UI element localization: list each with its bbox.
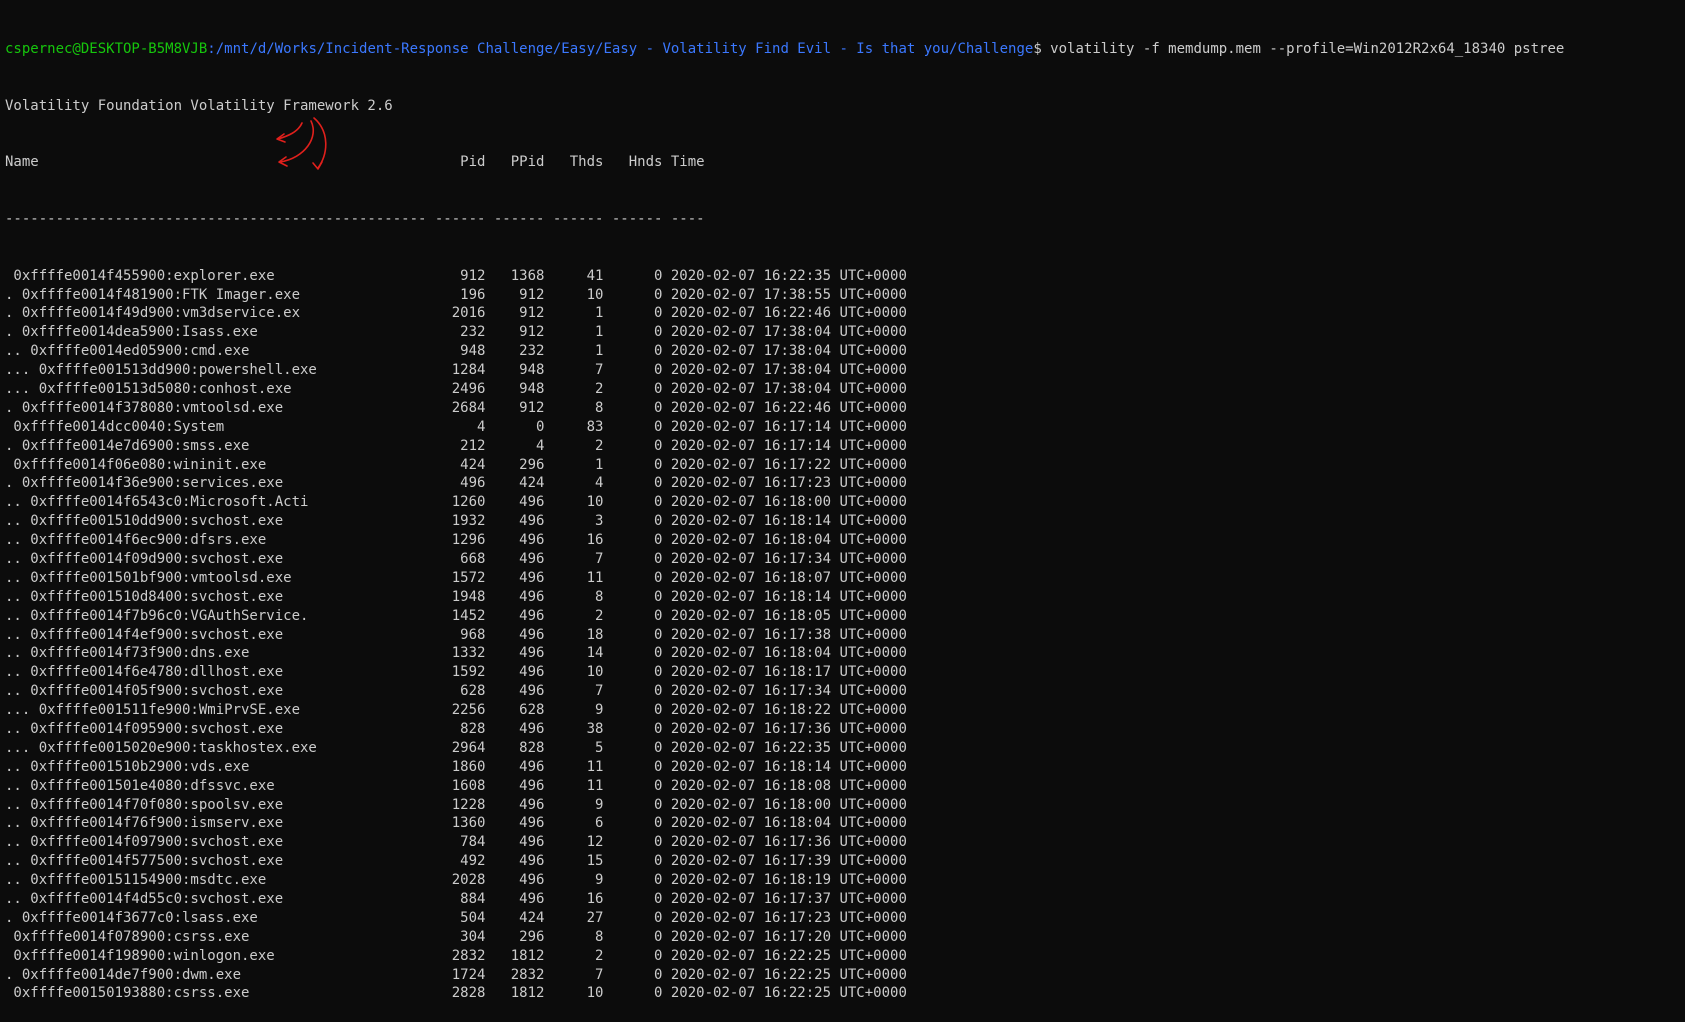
process-row: . 0xffffe0014dea5900:Isass.exe 232 912 1… <box>5 324 907 341</box>
process-row: . 0xffffe0014f36e900:services.exe 496 42… <box>5 475 907 492</box>
process-row: .. 0xffffe001510b2900:vds.exe 1860 496 1… <box>5 758 907 775</box>
process-row: . 0xffffe0014f378080:vmtoolsd.exe 2684 9… <box>5 399 907 416</box>
process-row: .. 0xffffe00151154900:msdtc.exe 2028 496… <box>5 872 907 889</box>
process-row: . 0xffffe0014f49d900:vm3dservice.ex 2016… <box>5 305 907 322</box>
process-row: 0xffffe00150193880:csrss.exe 2828 1812 1… <box>5 985 907 1002</box>
process-row: .. 0xffffe0014f76f900:ismserv.exe 1360 4… <box>5 815 907 832</box>
process-row: .. 0xffffe0014f7b96c0:VGAuthService. 145… <box>5 607 907 624</box>
table-header: Name Pid PPid Thds Hnds Time <box>5 154 705 171</box>
process-row: .. 0xffffe001501bf900:vmtoolsd.exe 1572 … <box>5 569 907 586</box>
process-row: ... 0xffffe001511fe900:WmiPrvSE.exe 2256… <box>5 702 907 719</box>
process-row: 0xffffe0014f078900:csrss.exe 304 296 8 0… <box>5 928 907 945</box>
process-tree-output: 0xffffe0014f455900:explorer.exe 912 1368… <box>5 267 1680 1004</box>
prompt-user-host: cspernec@DESKTOP-B5M8VJB <box>5 40 208 57</box>
process-row: .. 0xffffe0014f05f900:svchost.exe 628 49… <box>5 683 907 700</box>
prompt-line: cspernec@DESKTOP-B5M8VJB:/mnt/d/Works/In… <box>5 40 1680 59</box>
process-row: .. 0xffffe0014f6543c0:Microsoft.Acti 126… <box>5 494 907 511</box>
prompt-path: :/mnt/d/Works/Incident-Response Challeng… <box>207 40 1034 57</box>
process-row: .. 0xffffe0014f09d900:svchost.exe 668 49… <box>5 550 907 567</box>
prompt-command: $ volatility -f memdump.mem --profile=Wi… <box>1033 40 1565 57</box>
process-row: .. 0xffffe0014f4ef900:svchost.exe 968 49… <box>5 626 907 643</box>
process-row: 0xffffe0014f455900:explorer.exe 912 1368… <box>5 267 907 284</box>
process-row: .. 0xffffe0014f73f900:dns.exe 1332 496 1… <box>5 645 907 662</box>
process-row: 0xffffe0014f06e080:wininit.exe 424 296 1… <box>5 456 907 473</box>
process-row: 0xffffe0014dcc0040:System 4 0 83 0 2020-… <box>5 418 907 435</box>
terminal-window[interactable]: cspernec@DESKTOP-B5M8VJB:/mnt/d/Works/In… <box>5 2 1680 1002</box>
process-row: .. 0xffffe0014f6ec900:dfsrs.exe 1296 496… <box>5 532 907 549</box>
process-row: .. 0xffffe0014ed05900:cmd.exe 948 232 1 … <box>5 343 907 360</box>
process-row: ... 0xffffe001513dd900:powershell.exe 12… <box>5 362 907 379</box>
process-row: . 0xffffe0014e7d6900:smss.exe 212 4 2 0 … <box>5 437 907 454</box>
process-row: .. 0xffffe0014f095900:svchost.exe 828 49… <box>5 721 907 737</box>
process-row: . 0xffffe0014f3677c0:lsass.exe 504 424 2… <box>5 909 907 926</box>
process-row: ... 0xffffe0015020e900:taskhostex.exe 29… <box>5 739 907 756</box>
table-separator: ----------------------------------------… <box>5 210 705 227</box>
process-row: .. 0xffffe0014f577500:svchost.exe 492 49… <box>5 853 907 870</box>
process-row: . 0xffffe0014de7f900:dwm.exe 1724 2832 7… <box>5 966 907 983</box>
process-row: ... 0xffffe001513d5080:conhost.exe 2496 … <box>5 380 907 397</box>
process-row: .. 0xffffe001510d8400:svchost.exe 1948 4… <box>5 588 907 605</box>
banner-line: Volatility Foundation Volatility Framewo… <box>5 97 393 114</box>
process-row: .. 0xffffe001501e4080:dfssvc.exe 1608 49… <box>5 777 907 794</box>
process-row: .. 0xffffe0014f4d55c0:svchost.exe 884 49… <box>5 891 907 908</box>
process-row: 0xffffe0014f198900:winlogon.exe 2832 181… <box>5 947 907 964</box>
process-row: .. 0xffffe0014f6e4780:dllhost.exe 1592 4… <box>5 664 907 681</box>
process-row: .. 0xffffe0014f70f080:spoolsv.exe 1228 4… <box>5 796 907 813</box>
process-row: .. 0xffffe0014f097900:svchost.exe 784 49… <box>5 834 907 851</box>
process-row: .. 0xffffe001510dd900:svchost.exe 1932 4… <box>5 513 907 530</box>
process-row: . 0xffffe0014f481900:FTK Imager.exe 196 … <box>5 286 907 303</box>
